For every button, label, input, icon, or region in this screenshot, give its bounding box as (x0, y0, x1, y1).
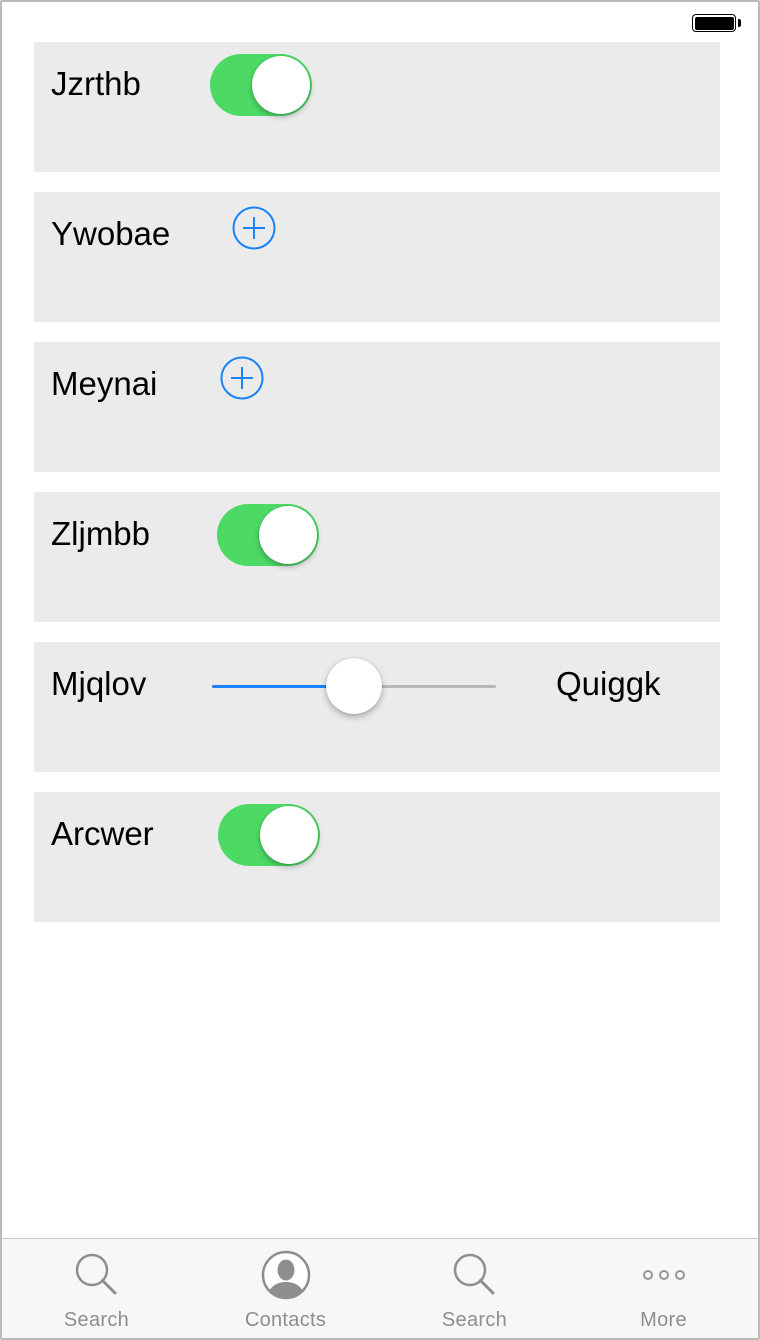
row-label: Mjqlov (51, 665, 147, 702)
zljmbb-toggle[interactable] (217, 504, 319, 566)
tab-label: More (640, 1309, 687, 1331)
settings-row-mjqlov: Mjqlov Quiggk (34, 642, 720, 772)
arcwer-toggle[interactable] (218, 804, 320, 866)
tab-contacts[interactable]: Contacts (191, 1239, 380, 1338)
settings-row-meynai: Meynai (34, 342, 720, 472)
row-label: Ywobae (51, 215, 171, 252)
search-icon (75, 1253, 116, 1295)
settings-row-zljmbb: Zljmbb (34, 492, 720, 622)
settings-row-arcwer: Arcwer (34, 792, 720, 922)
app-screen: Jzrthb Ywobae Meynai Zljmbb Mjqlov Quigg… (0, 0, 760, 1340)
meynai-add-button[interactable] (220, 356, 264, 400)
tab-search-2[interactable]: Search (380, 1239, 569, 1338)
battery-full-icon (692, 14, 736, 32)
status-bar (2, 2, 758, 42)
toggle-knob (259, 506, 317, 564)
toggle-knob (260, 806, 318, 864)
jzrthb-toggle[interactable] (210, 54, 312, 116)
ywobae-add-button[interactable] (232, 206, 276, 250)
row-label: Meynai (51, 365, 158, 402)
tab-bar: Search Contacts Search More (2, 1238, 758, 1338)
toggle-knob (252, 56, 310, 114)
settings-row-ywobae: Ywobae (34, 192, 720, 322)
plus-circle-icon (232, 206, 276, 250)
tab-search[interactable]: Search (2, 1239, 191, 1338)
slider-max-label: Quiggk (556, 665, 661, 702)
search-icon (453, 1253, 494, 1295)
tab-label: Contacts (244, 1309, 327, 1331)
tab-label: Search (441, 1309, 508, 1331)
battery-tip (738, 19, 741, 27)
contact-icon (261, 1250, 310, 1300)
mjqlov-slider[interactable] (212, 658, 496, 714)
row-label: Arcwer (51, 815, 154, 852)
settings-row-jzrthb: Jzrthb (34, 42, 720, 172)
tab-label: Search (63, 1309, 130, 1331)
slider-thumb[interactable] (326, 658, 382, 714)
tab-more[interactable]: More (569, 1239, 758, 1338)
row-label: Jzrthb (51, 65, 141, 102)
more-icon (642, 1270, 685, 1280)
row-label: Zljmbb (51, 515, 151, 552)
plus-circle-icon (220, 356, 264, 400)
